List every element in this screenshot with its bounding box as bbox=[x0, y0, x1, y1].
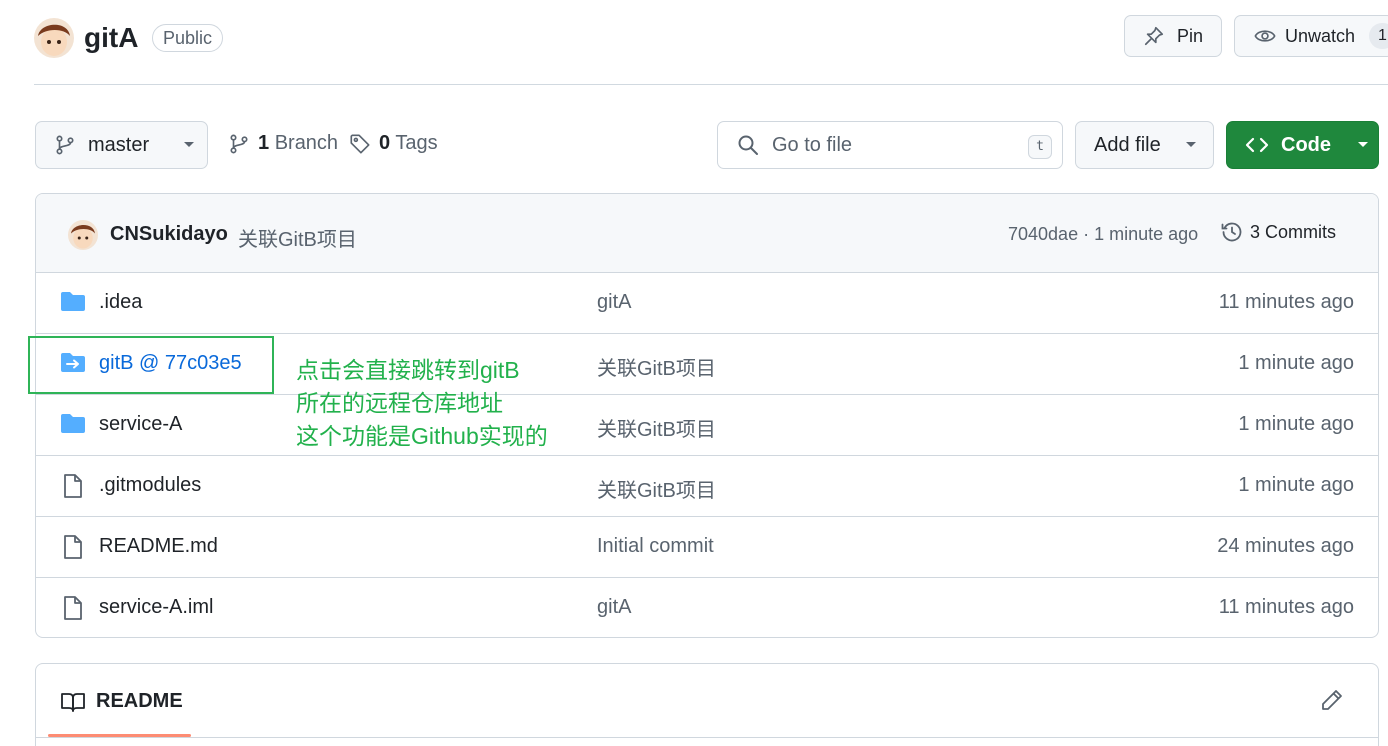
git-branch-icon bbox=[54, 134, 76, 156]
file-name[interactable]: service-A.iml bbox=[99, 596, 213, 619]
latest-commit-bar: CNSukidayo 关联GitB项目 7040dae · 1 minute a… bbox=[36, 194, 1378, 273]
watch-label: Unwatch bbox=[1285, 25, 1356, 46]
commit-author[interactable]: CNSukidayo bbox=[110, 223, 228, 246]
branch-count: 1 bbox=[258, 132, 270, 154]
code-button[interactable]: Code bbox=[1226, 121, 1379, 169]
folder-icon bbox=[60, 290, 86, 314]
commits-history-link[interactable]: 3 Commits bbox=[1220, 220, 1336, 244]
file-age: 24 minutes ago bbox=[1217, 535, 1354, 557]
folder-icon bbox=[60, 412, 86, 436]
file-list: CNSukidayo 关联GitB项目 7040dae · 1 minute a… bbox=[35, 193, 1379, 638]
table-row[interactable]: .idea gitA 11 minutes ago bbox=[36, 273, 1378, 334]
file-age: 11 minutes ago bbox=[1218, 596, 1354, 618]
search-icon bbox=[736, 133, 760, 157]
add-file-button[interactable]: Add file bbox=[1075, 121, 1214, 169]
branch-name: master bbox=[88, 133, 150, 156]
file-commit-message[interactable]: gitA bbox=[597, 596, 631, 619]
caret-down-icon bbox=[183, 141, 195, 149]
repo-owner-avatar[interactable] bbox=[34, 18, 74, 58]
tag-label: Tags bbox=[395, 132, 438, 154]
watch-count: 1 bbox=[1369, 23, 1388, 49]
readme-label: README bbox=[96, 690, 183, 712]
caret-down-icon bbox=[1357, 141, 1369, 149]
file-name[interactable]: .gitmodules bbox=[99, 474, 201, 497]
file-commit-message[interactable]: gitA bbox=[597, 291, 631, 314]
annotation-note: 点击会直接跳转到gitB 所在的远程仓库地址 这个功能是Github实现的 bbox=[296, 354, 548, 453]
table-row[interactable]: service-A 关联GitB项目 1 minute ago bbox=[36, 395, 1378, 456]
pencil-icon[interactable] bbox=[1320, 688, 1344, 712]
readme-tab[interactable]: README bbox=[60, 690, 183, 713]
file-name[interactable]: service-A bbox=[99, 413, 182, 436]
go-to-file-input[interactable]: Go to file t bbox=[717, 121, 1063, 169]
tag-icon bbox=[349, 133, 371, 155]
history-icon bbox=[1220, 220, 1244, 244]
annotation-line: 这个功能是Github实现的 bbox=[296, 423, 548, 449]
book-icon bbox=[60, 691, 86, 713]
file-commit-message[interactable]: 关联GitB项目 bbox=[597, 413, 716, 442]
table-row[interactable]: README.md Initial commit 24 minutes ago bbox=[36, 517, 1378, 578]
annotation-highlight-box bbox=[28, 336, 274, 394]
annotation-line: 点击会直接跳转到gitB bbox=[296, 357, 520, 383]
file-icon bbox=[60, 534, 86, 560]
go-to-file-placeholder: Go to file bbox=[772, 133, 853, 156]
watch-button[interactable]: Unwatch 1 bbox=[1234, 15, 1388, 57]
tag-count: 0 bbox=[379, 132, 391, 154]
code-icon bbox=[1245, 135, 1269, 155]
file-name[interactable]: README.md bbox=[99, 535, 218, 558]
readme-panel: README bbox=[35, 663, 1379, 746]
file-age: 1 minute ago bbox=[1238, 413, 1354, 435]
repo-header: gitA Public Pin Unwatch 1 bbox=[0, 0, 1388, 84]
file-age: 1 minute ago bbox=[1238, 352, 1354, 374]
add-file-label: Add file bbox=[1094, 133, 1161, 156]
visibility-badge: Public bbox=[152, 24, 224, 52]
commit-hash-time[interactable]: 7040dae · 1 minute ago bbox=[1008, 224, 1198, 245]
shortcut-key: t bbox=[1028, 135, 1052, 159]
file-age: 1 minute ago bbox=[1238, 474, 1354, 496]
code-label: Code bbox=[1281, 133, 1331, 156]
file-name[interactable]: .idea bbox=[99, 291, 142, 314]
pin-button[interactable]: Pin bbox=[1124, 15, 1222, 57]
table-row[interactable]: service-A.iml gitA 11 minutes ago bbox=[36, 578, 1378, 637]
annotation-line: 所在的远程仓库地址 bbox=[296, 390, 503, 416]
caret-down-icon bbox=[1185, 141, 1197, 149]
pin-icon bbox=[1143, 25, 1165, 47]
git-branch-icon bbox=[228, 133, 250, 155]
eye-icon bbox=[1253, 25, 1277, 47]
table-row[interactable]: .gitmodules 关联GitB项目 1 minute ago bbox=[36, 456, 1378, 517]
repo-name[interactable]: gitA bbox=[84, 20, 138, 56]
header-divider bbox=[34, 84, 1388, 85]
file-commit-message[interactable]: 关联GitB项目 bbox=[597, 352, 716, 381]
branches-link[interactable]: 1 Branch bbox=[228, 132, 338, 155]
file-icon bbox=[60, 473, 86, 499]
file-age: 11 minutes ago bbox=[1218, 291, 1354, 313]
file-icon bbox=[60, 595, 86, 621]
tags-link[interactable]: 0 Tags bbox=[349, 132, 438, 155]
commit-message[interactable]: 关联GitB项目 bbox=[238, 223, 357, 252]
commits-count-label: 3 Commits bbox=[1250, 221, 1337, 242]
branch-selector[interactable]: master bbox=[35, 121, 208, 169]
readme-divider bbox=[36, 737, 1378, 738]
file-commit-message[interactable]: Initial commit bbox=[597, 535, 714, 558]
author-avatar[interactable] bbox=[68, 220, 98, 250]
file-commit-message[interactable]: 关联GitB项目 bbox=[597, 474, 716, 503]
pin-label: Pin bbox=[1177, 25, 1204, 46]
branch-label: Branch bbox=[274, 132, 339, 154]
